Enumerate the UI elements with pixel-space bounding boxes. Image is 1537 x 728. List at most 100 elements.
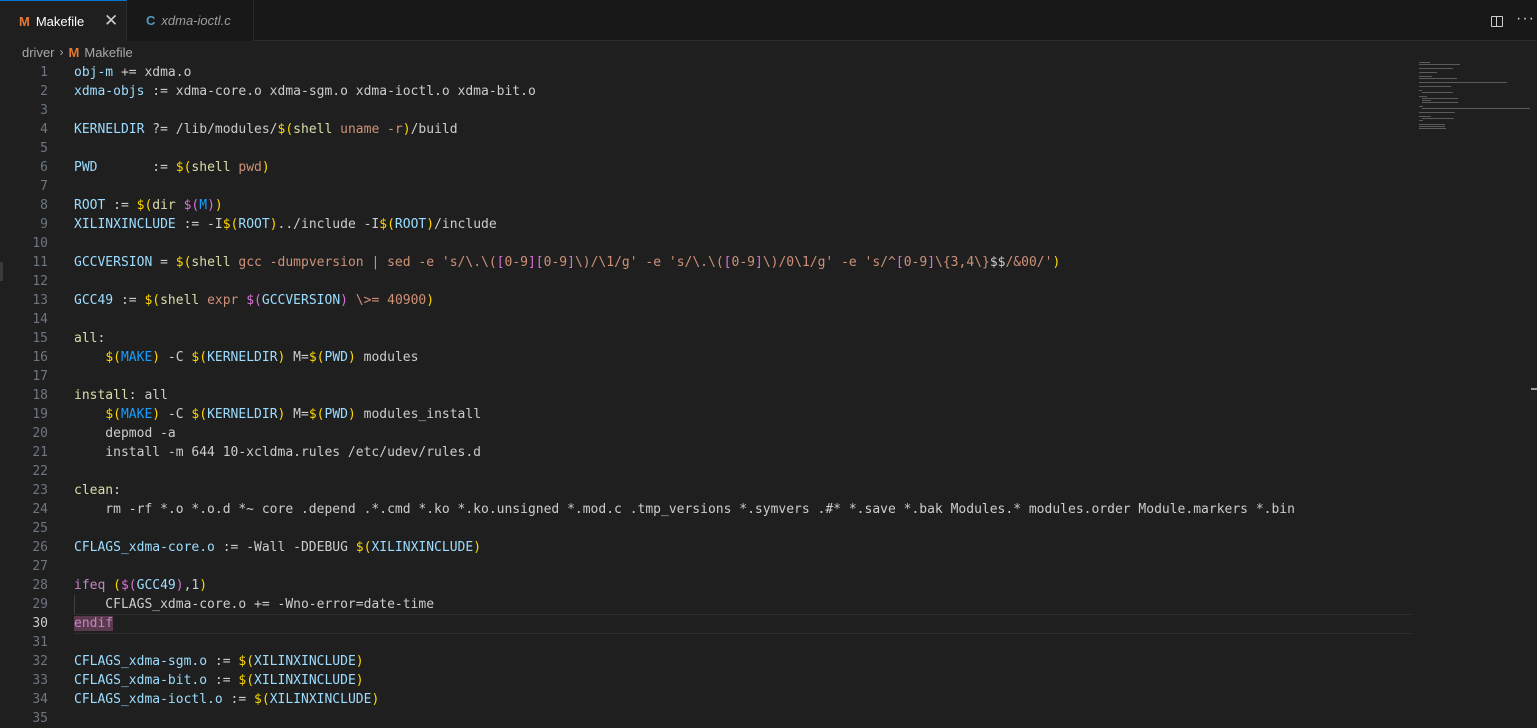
code-token: gcc -dumpversion | sed -e 's/\.\( [230,255,497,270]
minimap[interactable] [1419,62,1530,142]
code-line[interactable]: 4 KERNELDIR ?= /lib/modules/$(shell uname… [0,120,1412,139]
code-line[interactable]: 29 CFLAGS_xdma-core.o += -Wno-error=date… [0,595,1412,614]
breadcrumb-file[interactable]: Makefile [84,45,132,60]
code-token: endif [74,616,114,631]
line-content: $(MAKE) -C $(KERNELDIR) M=$(PWD) modules… [74,405,481,424]
code-token: GCC49 [136,578,176,593]
chevron-right-icon: › [59,45,64,59]
code-line[interactable]: 35 [0,709,1412,728]
code-token: $( [355,540,372,555]
code-token: -C [160,350,192,365]
code-line[interactable]: 2 xdma-objs := xdma-core.o xdma-sgm.o xdm… [0,82,1412,101]
code-token: $( [254,692,270,707]
minimap-line [1419,72,1437,73]
line-content: endif [74,614,114,633]
line-content: ROOT := $(dir $(M)) [74,196,223,215]
minimap-line [1419,90,1422,91]
minimap-line [1419,96,1428,97]
code-line[interactable]: 31 [0,633,1412,652]
code-token: ) [347,350,356,365]
code-token: ROOT [238,217,270,232]
line-content: KERNELDIR ?= /lib/modules/$(shell uname … [74,120,458,139]
minimap-line [1419,86,1452,87]
code-token: CFLAGS_xdma-core.o += -Wno-error=date-ti… [74,597,435,612]
code-line[interactable]: 21 install -m 644 10-xcldma.rules /etc/u… [0,443,1412,462]
split-editor-icon[interactable] [1491,16,1503,27]
code-line[interactable]: 33 CFLAGS_xdma-bit.o := $(XILINXINCLUDE) [0,671,1412,690]
code-line[interactable]: 5 [0,139,1412,158]
code-token: XILINXINCLUDE [254,654,356,669]
code-line[interactable]: 26 CFLAGS_xdma-core.o := -Wall -DDEBUG $(… [0,538,1412,557]
code-token: ) [175,578,184,593]
code-token: ] [567,255,575,270]
code-token: := [105,198,137,213]
tab-xdma-ioctl-c[interactable]: C xdma-ioctl.c [127,0,254,41]
breadcrumb-folder[interactable]: driver [22,45,55,60]
more-actions-icon[interactable]: ··· [1516,10,1535,28]
code-line[interactable]: 17 [0,367,1412,386]
code-line[interactable]: 14 [0,310,1412,329]
code-line[interactable]: 23 clean: [0,481,1412,500]
code-token: ) [402,122,411,137]
code-token: CFLAGS_xdma-bit.o [74,673,208,688]
line-number: 34 [32,692,48,707]
code-token: := -I [175,217,223,232]
code-token: : all [128,388,168,403]
code-token: ) [426,293,435,308]
code-line[interactable]: 28 ifeq ($(GCC49),1) [0,576,1412,595]
code-token: ) [347,407,356,422]
scrollbar-marker[interactable] [1531,388,1537,390]
code-line[interactable]: 20 depmod -a [0,424,1412,443]
code-token: $( [238,654,255,669]
code-line[interactable]: 6 PWD := $(shell pwd) [0,158,1412,177]
code-line[interactable]: 30 endif [0,614,1412,633]
code-token: := [222,692,255,707]
code-line[interactable]: 27 [0,557,1412,576]
line-content: CFLAGS_xdma-ioctl.o := $(XILINXINCLUDE) [74,690,379,709]
code-line[interactable]: 9 XILINXINCLUDE := -I$(ROOT)../include -I… [0,215,1412,234]
code-line[interactable]: 34 CFLAGS_xdma-ioctl.o := $(XILINXINCLUDE… [0,690,1412,709]
code-token: KERNELDIR [207,407,278,422]
close-icon[interactable]: ✕ [104,12,118,29]
code-token: $( [105,407,121,422]
code-token: ROOT [74,198,106,213]
line-number: 12 [32,274,48,289]
line-number: 10 [32,236,48,251]
line-content: obj-m += xdma.o [74,63,191,82]
code-line[interactable]: 11 GCCVERSION = $(shell gcc -dumpversion … [0,253,1412,272]
code-token: := [207,654,239,669]
code-line[interactable]: 13 GCC49 := $(shell expr $(GCCVERSION) \>… [0,291,1412,310]
code-editor[interactable]: 1 obj-m += xdma.o 2 xdma-objs := xdma-core.… [0,62,1412,726]
line-number: 9 [40,217,48,232]
code-line[interactable]: 7 [0,177,1412,196]
code-line[interactable]: 32 CFLAGS_xdma-sgm.o := $(XILINXINCLUDE) [0,652,1412,671]
code-line[interactable]: 16 $(MAKE) -C $(KERNELDIR) M=$(PWD) modu… [0,348,1412,367]
code-line[interactable]: 22 [0,462,1412,481]
tab-makefile[interactable]: M Makefile ✕ [0,0,127,41]
code-token: \{3,4\} [935,255,990,270]
current-line-highlight [74,614,1412,615]
line-number: 27 [32,559,48,574]
code-line[interactable]: 24 rm -rf *.o *.o.d *~ core .depend .*.c… [0,500,1412,519]
code-line[interactable]: 12 [0,272,1412,291]
line-content: all: [74,329,105,348]
code-token: ] [927,255,936,270]
code-line[interactable]: 10 [0,234,1412,253]
code-token: XILINXINCLUDE [371,540,474,555]
code-line[interactable]: 19 $(MAKE) -C $(KERNELDIR) M=$(PWD) modu… [0,405,1412,424]
code-line[interactable]: 1 obj-m += xdma.o [0,63,1412,82]
line-content: CFLAGS_xdma-bit.o := $(XILINXINCLUDE) [74,671,364,690]
code-token: := xdma-core.o xdma-sgm.o xdma-ioctl.o x… [144,84,536,99]
code-line[interactable]: 8 ROOT := $(dir $(M)) [0,196,1412,215]
code-token: all [74,331,98,346]
code-line[interactable]: 25 [0,519,1412,538]
minimap-line [1419,64,1461,65]
code-token: ) [207,198,215,213]
code-token: MAKE [120,350,153,365]
code-token: uname -r [332,122,403,137]
code-line[interactable]: 3 [0,101,1412,120]
code-token: += xdma.o [113,65,192,80]
code-line[interactable]: 15 all: [0,329,1412,348]
code-line[interactable]: 18 install: all [0,386,1412,405]
makefile-icon: M [19,13,30,29]
